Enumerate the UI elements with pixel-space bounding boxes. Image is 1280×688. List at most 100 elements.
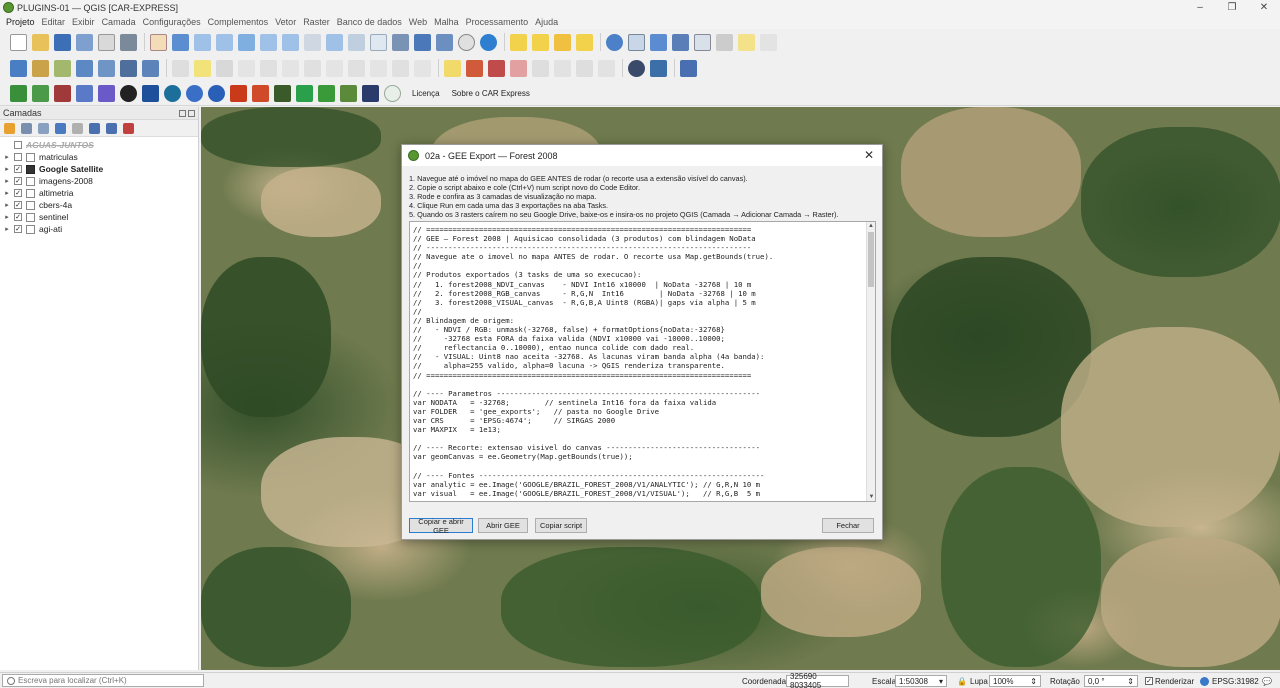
measure-line-icon[interactable] [716,33,733,51]
zoom-to-layer-icon[interactable] [282,33,299,51]
scroll-up-icon[interactable]: ▲ [867,222,875,230]
zoom-last-icon[interactable] [326,33,343,51]
script-textarea[interactable]: // =====================================… [409,221,876,502]
bookmark-icon[interactable] [414,33,431,51]
delete-selected-icon[interactable] [304,59,321,77]
plugin-forest-icon[interactable] [318,84,335,102]
licenca-link[interactable]: Licença [412,89,440,98]
current-edits-icon[interactable] [172,59,189,77]
plugin-car-icon[interactable] [10,84,27,102]
help-icon[interactable] [680,59,697,77]
layer-row-google-satellite[interactable]: ▸ ✓ Google Satellite [0,163,198,175]
expand-arrow-icon[interactable]: ▸ [3,201,11,209]
new-project-icon[interactable] [10,33,27,51]
select-features-icon[interactable] [510,33,527,51]
plugin-fire-icon[interactable] [230,84,247,102]
minimize-button[interactable]: – [1184,0,1216,15]
globe-plugin-icon[interactable] [628,59,645,77]
plugin-circle-icon[interactable] [384,84,401,102]
new-map-view-icon[interactable] [370,33,387,51]
paste-features-icon[interactable] [370,59,387,77]
plugin-landscape-icon[interactable] [274,84,291,102]
plugin-dark-icon[interactable] [120,84,137,102]
layer-visibility-checkbox[interactable]: ✓ [14,213,22,221]
deselect-icon[interactable] [554,33,571,51]
plugin-gee-icon[interactable] [340,84,357,102]
menu-projeto[interactable]: Projeto [6,17,35,27]
zoom-next-icon[interactable] [348,33,365,51]
open-table-icon[interactable] [694,33,711,51]
scale-dropdown[interactable]: 1:50308 ▾ [895,675,947,687]
save-as-icon[interactable] [76,33,93,51]
processing-toolbox-icon[interactable] [650,33,667,51]
label-properties-icon[interactable] [598,59,615,77]
pin-labels-icon[interactable] [488,59,505,77]
script-scrollbar[interactable]: ▲ ▼ [866,222,875,501]
layer-row-sentinel[interactable]: ▸ ✓ sentinel [0,211,198,223]
add-vector-icon[interactable] [142,59,159,77]
close-panel-icon[interactable] [188,109,195,117]
map-tips-icon[interactable] [738,33,755,51]
plugin-night-icon[interactable] [362,84,379,102]
scroll-thumb[interactable] [868,232,874,287]
refresh-icon[interactable] [480,33,497,51]
save-project-icon[interactable] [54,33,71,51]
pan-to-selection-icon[interactable] [172,33,189,51]
expand-arrow-icon[interactable]: ▸ [3,213,11,221]
pan-hand-icon[interactable] [150,33,167,51]
new-shapefile-icon[interactable] [54,59,71,77]
annotations-icon[interactable] [760,33,777,51]
label-abc-icon[interactable] [444,59,461,77]
layer-row-altimetria[interactable]: ▸ ✓ altimetria [0,187,198,199]
save-edits-icon[interactable] [216,59,233,77]
layer-row-imagens-2008[interactable]: ▸ ✓ imagens-2008 [0,175,198,187]
expand-arrow-icon[interactable]: ▸ [3,153,11,161]
coordinate-field[interactable]: 325690 8033405 [786,672,849,688]
plugin-satellite-icon[interactable] [142,84,159,102]
plugin-world-icon[interactable] [164,84,181,102]
undo-icon[interactable] [392,59,409,77]
layer-visibility-checkbox[interactable]: ✓ [14,201,22,209]
menu-complementos[interactable]: Complementos [208,17,269,27]
crs-globe-icon[interactable] [1200,676,1209,686]
vertex-tool-icon[interactable] [260,59,277,77]
menu-web[interactable]: Web [409,17,427,27]
copy-features-icon[interactable] [348,59,365,77]
maximize-button[interactable]: ❐ [1216,0,1248,15]
style-manager-icon[interactable] [120,33,137,51]
zoom-native-icon[interactable] [304,33,321,51]
python-console-icon[interactable] [650,59,667,77]
new-3d-view-icon[interactable] [392,33,409,51]
close-dialog-button[interactable]: Fechar [822,518,874,533]
plugin-gear-icon[interactable] [76,84,93,102]
menu-raster[interactable]: Raster [303,17,330,27]
remove-layer-icon[interactable] [123,122,134,134]
menu-editar[interactable]: Editar [42,17,66,27]
lock-scale-icon[interactable]: 🔒 [957,675,967,687]
digitize-icon[interactable] [238,59,255,77]
plugin-puzzle-icon[interactable] [98,84,115,102]
data-source-manager-icon[interactable] [10,59,27,77]
scroll-down-icon[interactable]: ▼ [867,493,875,501]
layer-visibility-checkbox[interactable] [14,153,22,161]
plugin-location-icon[interactable] [208,84,225,102]
modify-attributes-icon[interactable] [282,59,299,77]
menu-processamento[interactable]: Processamento [466,17,529,27]
expand-all-icon[interactable] [89,122,100,134]
move-label-icon[interactable] [532,59,549,77]
print-layout-icon[interactable] [98,33,115,51]
add-raster-icon[interactable] [120,59,137,77]
plugin-book-icon[interactable] [54,84,71,102]
layer-row-cbers-4a[interactable]: ▸ ✓ cbers-4a [0,199,198,211]
identify-icon[interactable] [606,33,623,51]
menu-ajuda[interactable]: Ajuda [535,17,558,27]
zoom-full-icon[interactable] [238,33,255,51]
messages-icon[interactable]: 💬 [1262,675,1272,687]
zoom-in-icon[interactable] [194,33,211,51]
float-panel-icon[interactable] [179,109,186,117]
layer-visibility-checkbox[interactable] [14,141,22,149]
open-project-icon[interactable] [32,33,49,51]
magnifier-spinbox[interactable]: 100% ⇕ [989,675,1041,687]
locator-search-input[interactable] [18,676,188,685]
close-window-button[interactable]: ✕ [1248,0,1280,15]
